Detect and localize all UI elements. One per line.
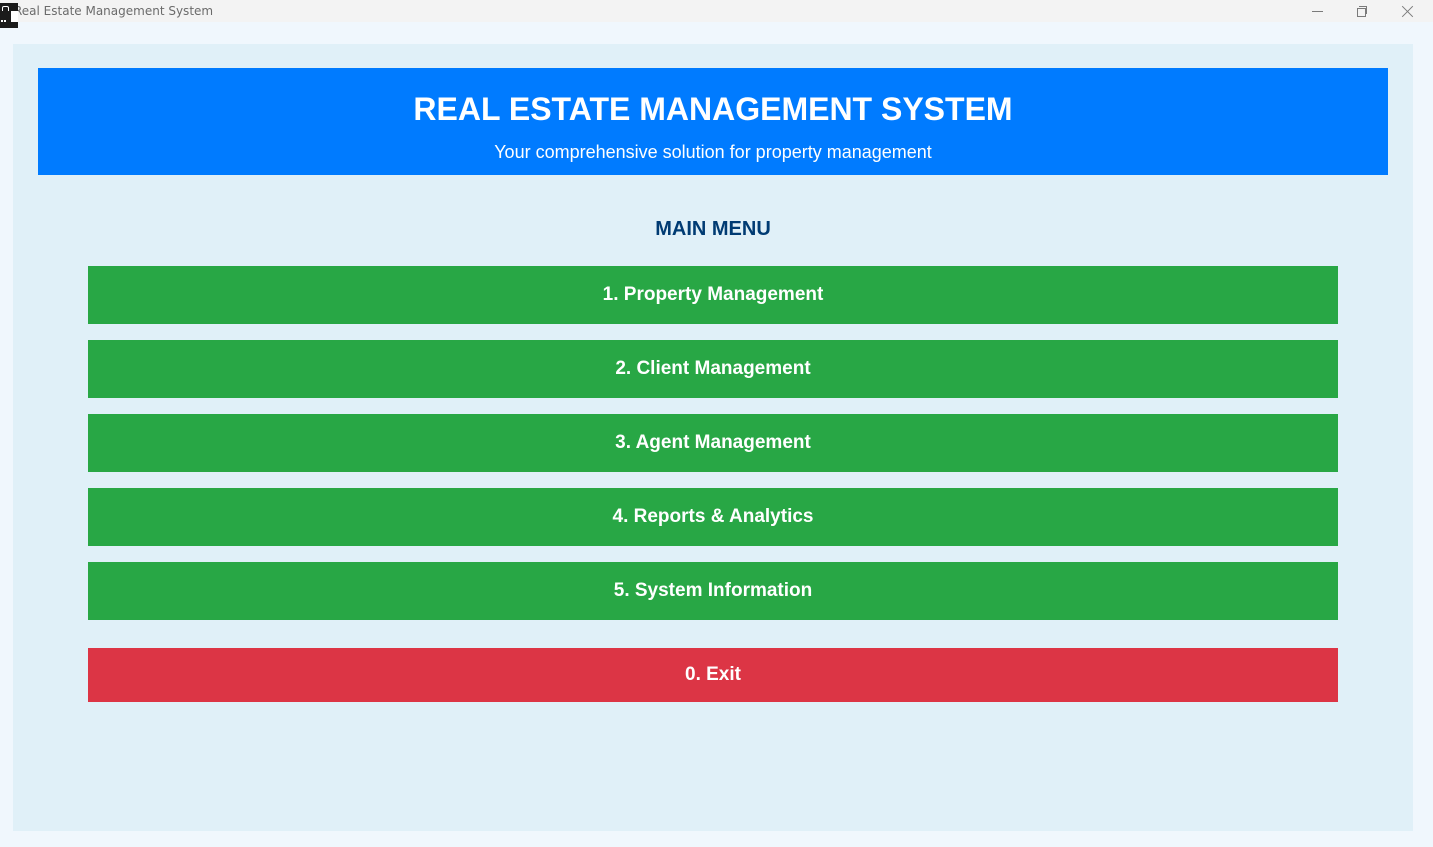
title-bar[interactable]: Real Estate Management System xyxy=(0,0,1433,28)
client-management-button[interactable]: 2. Client Management xyxy=(88,340,1338,398)
close-icon xyxy=(1402,5,1414,17)
reports-analytics-button[interactable]: 4. Reports & Analytics xyxy=(88,488,1338,546)
main-panel: REAL ESTATE MANAGEMENT SYSTEM Your compr… xyxy=(13,44,1413,831)
app-subtitle: Your comprehensive solution for property… xyxy=(494,142,932,162)
property-management-button[interactable]: 1. Property Management xyxy=(88,266,1338,324)
window-title: Real Estate Management System xyxy=(14,4,214,18)
agent-management-button[interactable]: 3. Agent Management xyxy=(88,414,1338,472)
exit-button[interactable]: 0. Exit xyxy=(88,648,1338,702)
app-window: Real Estate Management System REAL ESTAT… xyxy=(0,0,1433,847)
restore-button[interactable] xyxy=(1340,0,1384,22)
app-title: REAL ESTATE MANAGEMENT SYSTEM xyxy=(413,91,1013,127)
menu-title: MAIN MENU xyxy=(655,218,771,240)
close-button[interactable] xyxy=(1386,0,1430,22)
header-banner: REAL ESTATE MANAGEMENT SYSTEM Your compr… xyxy=(38,68,1388,175)
system-information-button[interactable]: 5. System Information xyxy=(88,562,1338,620)
app-icon[interactable] xyxy=(0,3,18,28)
restore-icon xyxy=(1357,6,1367,17)
minimize-icon xyxy=(1311,10,1323,12)
minimize-button[interactable] xyxy=(1295,0,1339,22)
